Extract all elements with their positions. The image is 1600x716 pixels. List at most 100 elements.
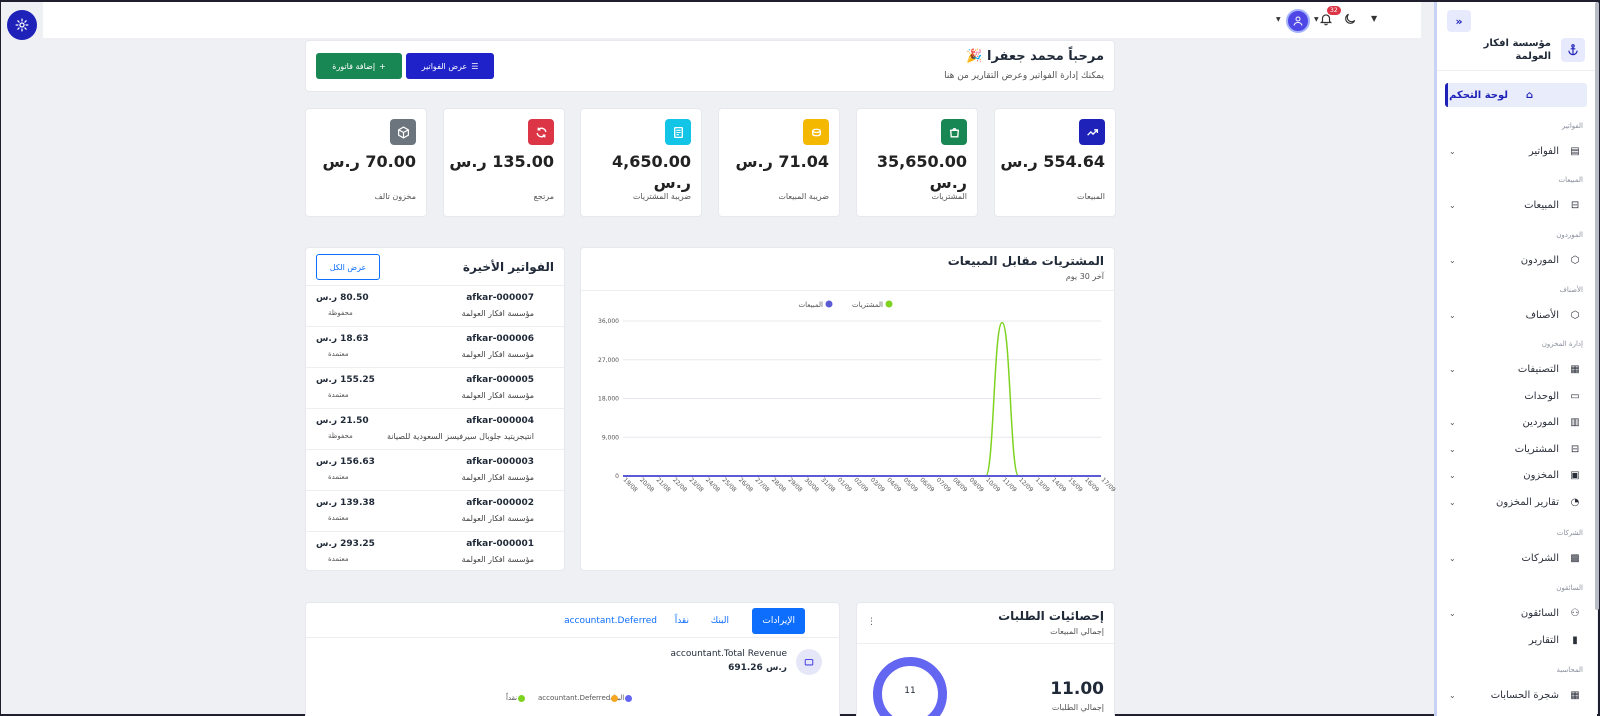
- chart-subtitle: آخر 30 يوم: [1065, 272, 1104, 281]
- cube-icon: ⬡: [1570, 254, 1580, 266]
- ruler-icon: ▭: [1570, 390, 1580, 402]
- revenue-tab[interactable]: accountant.Deferred: [554, 608, 667, 634]
- sidebar-item-label: المخزون: [1523, 469, 1559, 481]
- x-tick-label: 25/08: [720, 476, 737, 493]
- notif-caret-icon[interactable]: ▼: [1314, 16, 1319, 23]
- y-tick-label: 0: [615, 473, 619, 480]
- sidebar-item-label: التقارير: [1528, 634, 1559, 646]
- sidebar-item[interactable]: ⊟ المبيعات ⌄: [1437, 193, 1597, 217]
- collapse-sidebar-button[interactable]: »: [1447, 10, 1471, 32]
- avatar[interactable]: [1286, 9, 1310, 33]
- bar-chart-icon: ▮: [1572, 634, 1578, 646]
- revenue-tab[interactable]: البنك: [701, 608, 739, 634]
- welcome-card: مرحباً محمد جعفرا 🎉 يمكنك إدارة الفواتير…: [305, 40, 1115, 92]
- sidebar-item[interactable]: ▩ الشركات ⌄: [1437, 546, 1597, 570]
- x-tick-label: 30/08: [803, 476, 820, 493]
- x-tick-label: 26/08: [737, 476, 754, 493]
- sidebar-item-label: التصنيفات: [1517, 363, 1559, 375]
- x-tick-label: 27/08: [753, 476, 770, 493]
- users-icon: ⚇: [1570, 607, 1580, 619]
- recent-invoices-title: الفواتير الأخيرة: [462, 260, 554, 274]
- total-revenue-value: 691.26 ر.س: [728, 663, 787, 673]
- invoice-row[interactable]: afkar-000005 مؤسسة افكار العولمة 155.25 …: [306, 368, 564, 409]
- dropdown-caret-icon[interactable]: ▼: [1371, 14, 1377, 23]
- sidebar-item[interactable]: ⊟ المشتريات ⌄: [1437, 437, 1597, 461]
- legend-marker: [885, 300, 893, 308]
- invoice-company: مؤسسة افكار العولمة: [461, 555, 534, 564]
- invoice-company: انتيجريتيد جلوبال سيرفيسز السعودية للصيا…: [386, 432, 534, 441]
- stat-card: 71.04 ر.س ضريبة المبيعات: [718, 108, 840, 217]
- add-invoice-button[interactable]: + إضافة فاتورة: [316, 53, 402, 79]
- stat-value: 135.00 ر.س: [449, 152, 554, 171]
- revenue-tab[interactable]: الإيرادات: [752, 608, 805, 634]
- invoice-row[interactable]: afkar-000002 مؤسسة افكار العولمة 139.38 …: [306, 491, 564, 532]
- sidebar-item[interactable]: ▤ الفواتير ⌄: [1437, 139, 1597, 163]
- invoice-row[interactable]: afkar-000004 انتيجريتيد جلوبال سيرفيسز ا…: [306, 409, 564, 450]
- pie-icon: ◔: [1570, 496, 1580, 508]
- view-invoices-button[interactable]: ☰ عرض الفواتير: [406, 53, 494, 79]
- invoice-status-badge: محفوظة: [328, 432, 353, 440]
- chevron-down-icon: ⌄: [1449, 255, 1456, 265]
- user-icon: [1293, 16, 1303, 26]
- building-icon: ▩: [1570, 552, 1580, 564]
- chevron-down-icon: ⌄: [1449, 444, 1456, 454]
- sidebar-scrollbar[interactable]: [1595, 2, 1599, 610]
- chevron-down-icon: ⌄: [1449, 690, 1456, 700]
- more-menu-icon[interactable]: ⋮: [867, 617, 876, 627]
- sidebar-item[interactable]: ⚇ السائقون ⌄: [1437, 601, 1597, 625]
- invoice-row[interactable]: afkar-000006 مؤسسة افكار العولمة 18.63 ر…: [306, 327, 564, 368]
- chevron-down-icon: ⌄: [1449, 200, 1456, 210]
- sidebar-item[interactable]: ⬡ الأصناف ⌄: [1437, 303, 1597, 327]
- invoice-amount: 21.50 ر.س: [316, 416, 369, 426]
- user-caret-icon[interactable]: ▼: [1276, 16, 1281, 23]
- invoice-row[interactable]: afkar-000003 مؤسسة افكار العولمة 156.63 …: [306, 450, 564, 491]
- stat-value: 35,650.00 ر.س: [876, 152, 967, 192]
- legend-dot: [611, 694, 619, 702]
- revenue-tab[interactable]: نقداً: [665, 608, 699, 634]
- moon-icon[interactable]: [1343, 11, 1357, 30]
- sidebar-item[interactable]: ▮ التقارير: [1437, 628, 1597, 652]
- stat-label: المبيعات: [1077, 192, 1105, 201]
- sidebar-item[interactable]: ▥ الموردين ⌄: [1437, 410, 1597, 434]
- x-tick-label: 07/09: [935, 476, 952, 493]
- sidebar-item[interactable]: ▭ الوحدات: [1437, 384, 1597, 408]
- stat-card: 35,650.00 ر.س المشتريات: [856, 108, 978, 217]
- cube-icon: ⬡: [1570, 309, 1580, 321]
- invoice-row[interactable]: afkar-000001 مؤسسة افكار العولمة 293.25 …: [306, 532, 564, 570]
- sidebar-item[interactable]: ▦ التصنيفات ⌄: [1437, 357, 1597, 381]
- view-all-button[interactable]: عرض الكل: [316, 254, 380, 280]
- x-tick-label: 17/09: [1100, 476, 1116, 493]
- orders-card: إحصائيات الطلبات إجمالي المبيعات ⋮ 11.00…: [856, 602, 1116, 716]
- invoice-row[interactable]: afkar-000007 مؤسسة افكار العولمة 80.50 ر…: [306, 286, 564, 327]
- shopping-bag-icon: [941, 119, 967, 145]
- x-tick-label: 28/08: [770, 476, 787, 493]
- stat-value: 71.04 ر.س: [735, 152, 829, 171]
- sidebar-item[interactable]: ◔ تقارير المخزون ⌄: [1437, 490, 1597, 514]
- sidebar-item-label: الفواتير: [1528, 145, 1559, 157]
- x-tick-label: 20/08: [638, 476, 655, 493]
- x-tick-label: 24/08: [704, 476, 721, 493]
- sidebar-item[interactable]: ▣ المخزون ⌄: [1437, 463, 1597, 487]
- x-tick-label: 13/09: [1034, 476, 1051, 493]
- x-tick-label: 05/09: [902, 476, 919, 493]
- stat-card: 70.00 ر.س مخزون تالف: [305, 108, 427, 217]
- invoice-number: afkar-000004: [466, 416, 534, 426]
- invoice-number: afkar-000001: [466, 539, 534, 549]
- revenue-legend-item: نقداً: [506, 694, 526, 702]
- party-icon: 🎉: [966, 49, 983, 64]
- sidebar-item-label: السائقون: [1520, 607, 1559, 619]
- legend-dot: [518, 694, 526, 702]
- invoice-amount: 156.63 ر.س: [316, 457, 375, 467]
- sidebar-item[interactable]: ▦ شجرة الحسابات ⌄: [1437, 683, 1597, 707]
- chevron-down-icon: ⌄: [1449, 608, 1456, 618]
- sidebar-item[interactable]: ⬡ الموردون ⌄: [1437, 248, 1597, 272]
- chart-card: المشتريات مقابل المبيعات آخر 30 يوم المش…: [580, 247, 1116, 571]
- list-icon: ☰: [471, 61, 479, 71]
- x-tick-label: 21/08: [655, 476, 672, 493]
- invoice-status-badge: معتمدة: [328, 555, 349, 563]
- sidebar-item-dashboard[interactable]: ⌂ لوحة التحكم: [1445, 83, 1587, 107]
- bag-icon: ⊟: [1570, 443, 1580, 455]
- invoice-number: afkar-000006: [466, 334, 534, 344]
- legend-label: المشتريات: [852, 301, 883, 309]
- settings-button[interactable]: [7, 10, 37, 40]
